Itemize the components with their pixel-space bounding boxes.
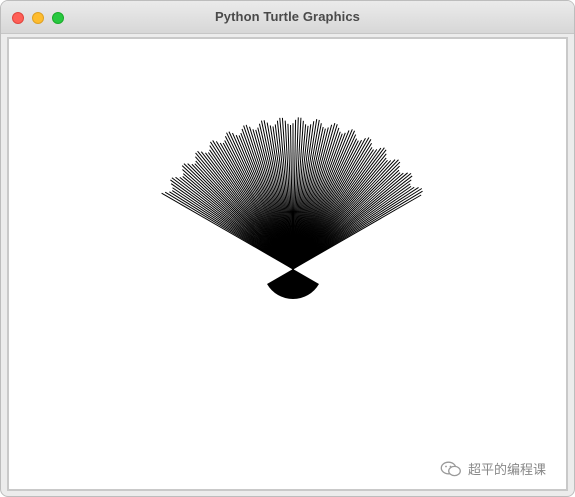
watermark-text: 超平的编程课	[468, 463, 547, 478]
fan-drawing	[161, 117, 423, 299]
turtle-canvas-frame	[7, 37, 568, 491]
window-title: Python Turtle Graphics	[215, 9, 360, 24]
wechat-icon	[440, 461, 461, 476]
title-bar[interactable]: Python Turtle Graphics	[1, 1, 574, 34]
watermark: 超平的编程课	[440, 459, 546, 478]
turtle-window: Python Turtle Graphics	[0, 0, 575, 497]
turtle-canvas[interactable]	[9, 39, 566, 489]
fan-handle-wedge	[267, 269, 319, 299]
